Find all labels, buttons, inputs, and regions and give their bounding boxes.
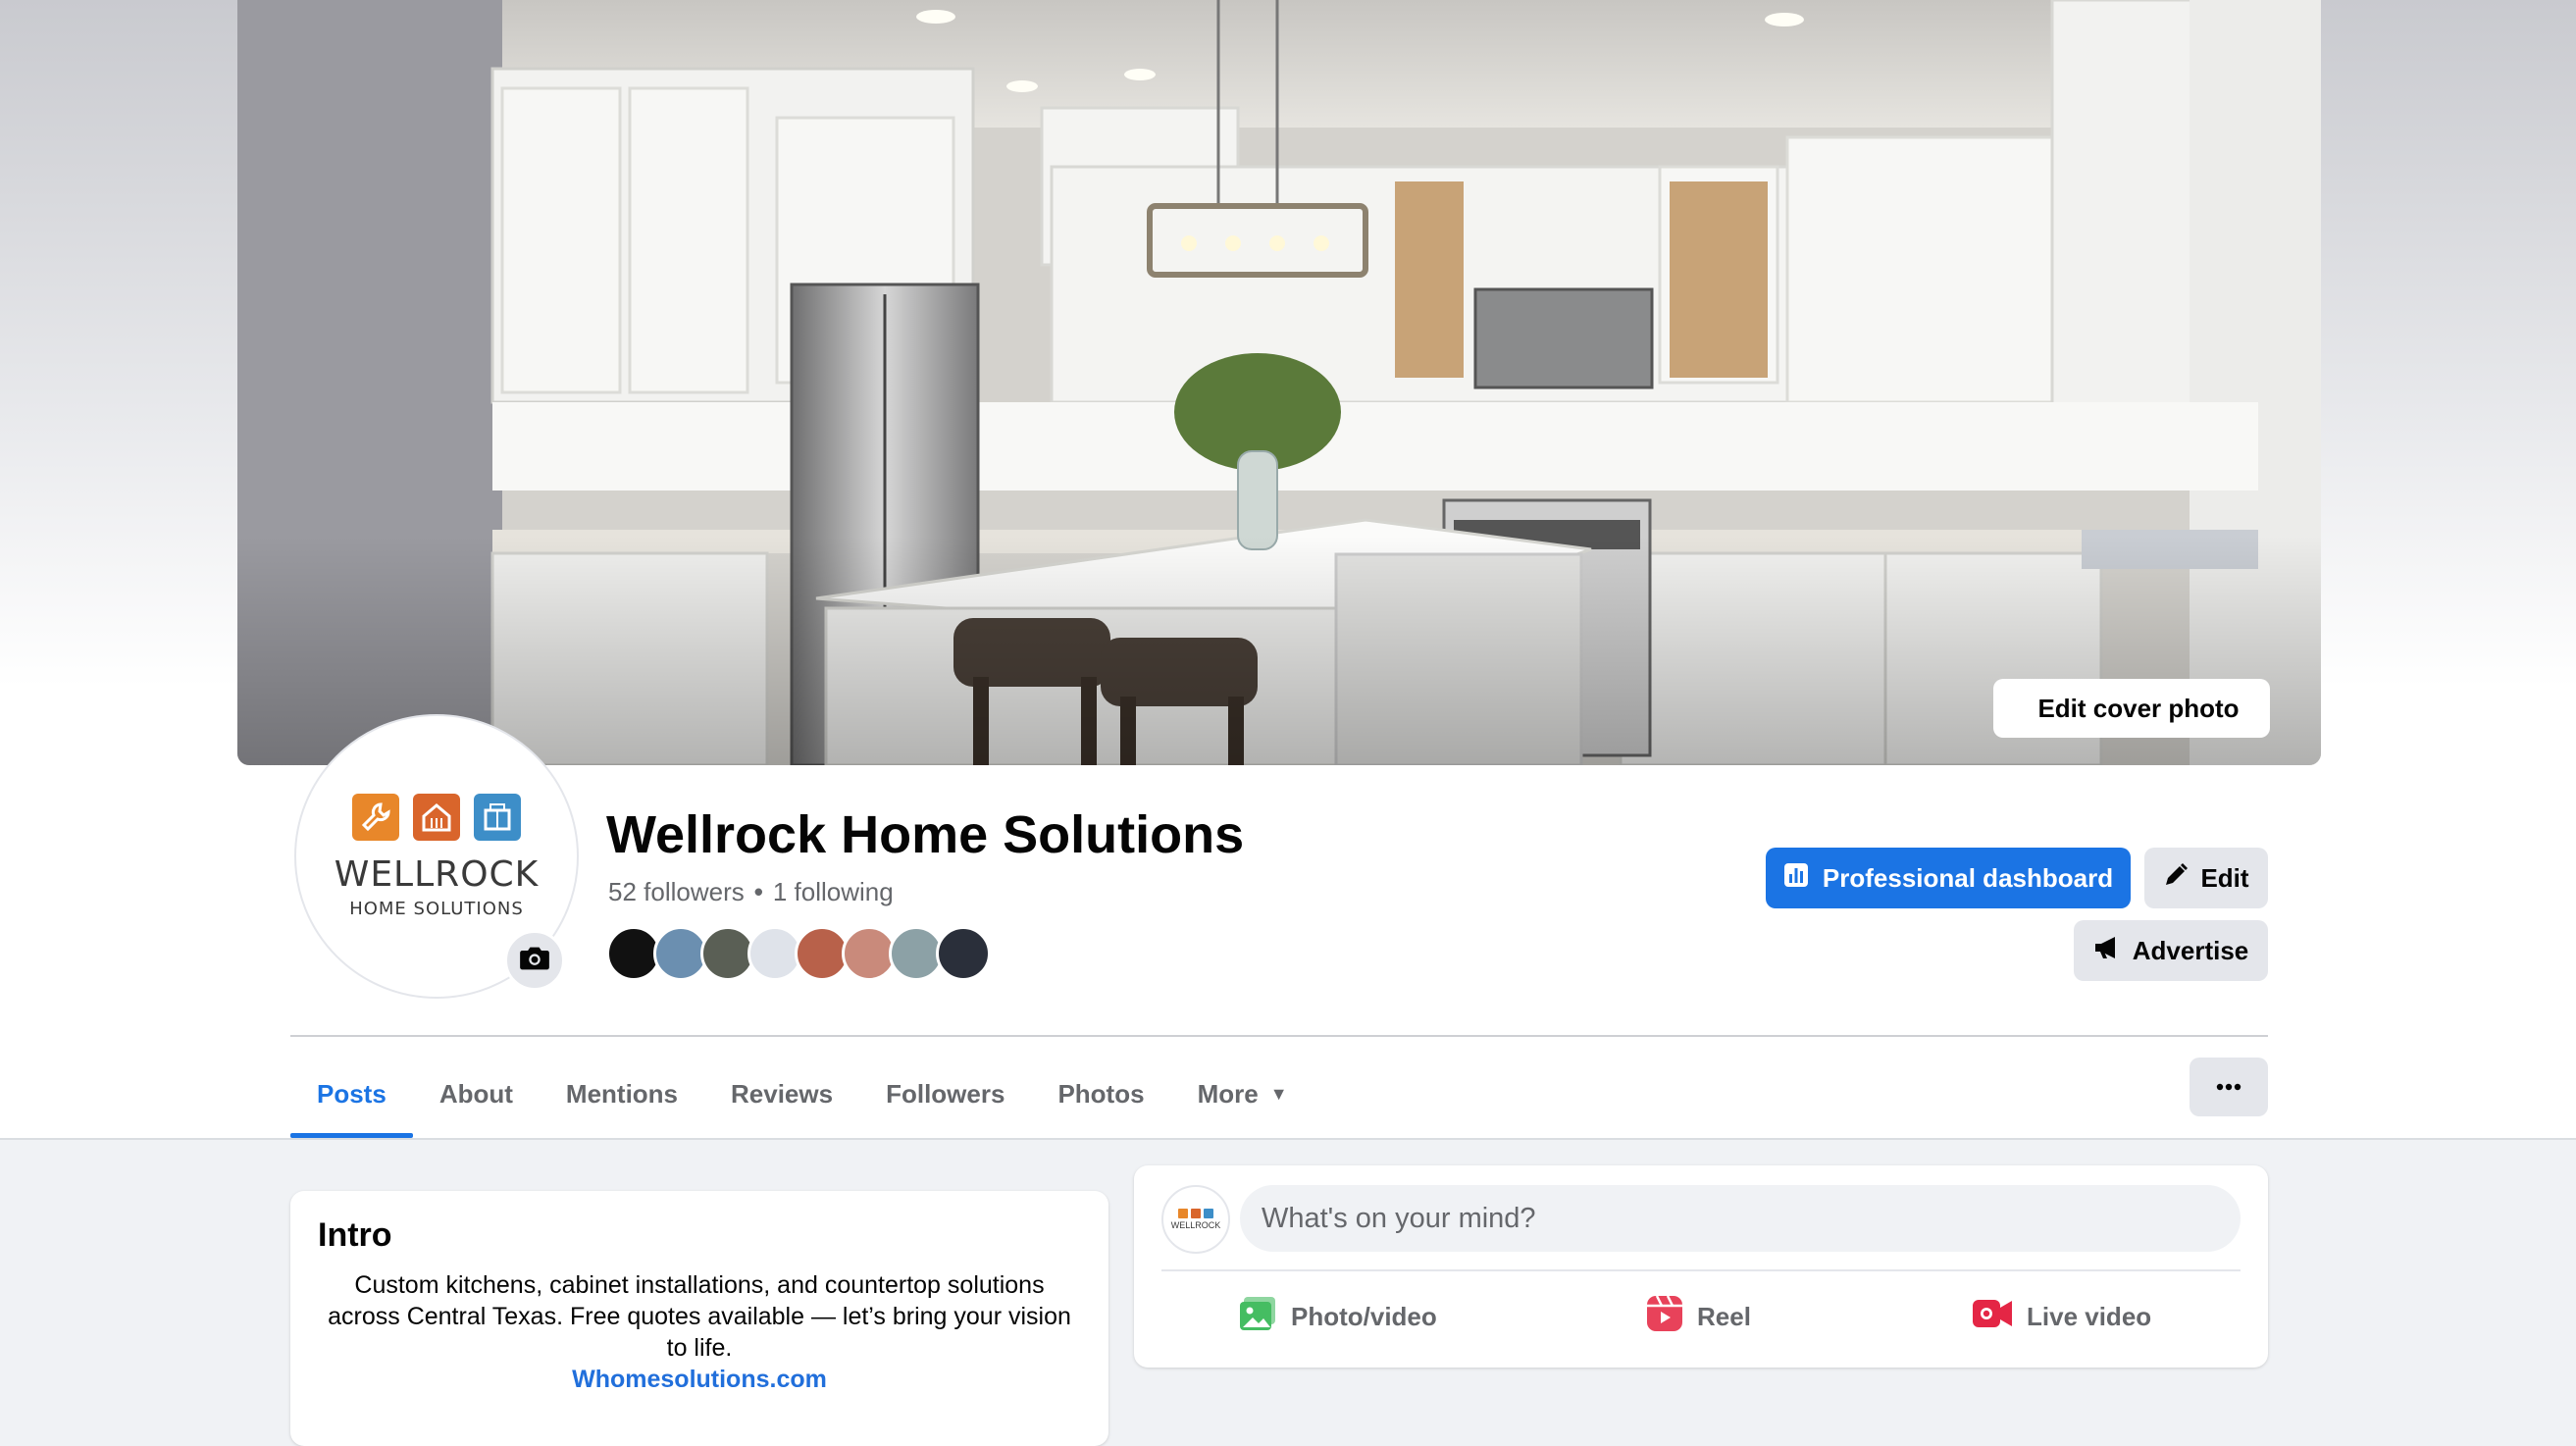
post-composer: WELLROCK Photo/video Reel Live video (1134, 1165, 2268, 1368)
reel-label: Reel (1697, 1301, 1751, 1331)
live-video-label: Live video (2027, 1301, 2152, 1331)
chart-icon (1783, 862, 1809, 895)
tab-photos[interactable]: Photos (1031, 1050, 1170, 1138)
page-title: Wellrock Home Solutions (606, 805, 1245, 864)
follower-avatar[interactable] (936, 926, 991, 981)
tab-reviews[interactable]: Reviews (704, 1050, 859, 1138)
photo-icon (1238, 1295, 1277, 1339)
photo-video-button[interactable]: Photo/video (1238, 1285, 1437, 1348)
tab-posts[interactable]: Posts (290, 1050, 413, 1138)
logo-mini-icons (1178, 1209, 1213, 1218)
tab-label: Posts (317, 1078, 386, 1109)
cover-photo: Edit cover photo (237, 0, 2321, 765)
chevron-down-icon: ▼ (1269, 1083, 1288, 1104)
ellipsis-icon (2216, 1078, 2241, 1096)
live-video-button[interactable]: Live video (1972, 1285, 2151, 1348)
tab-label: Photos (1057, 1078, 1145, 1109)
intro-card: Intro Custom kitchens, cabinet installat… (290, 1191, 1108, 1446)
tab-followers[interactable]: Followers (859, 1050, 1031, 1138)
tab-label: Reviews (731, 1078, 834, 1109)
tab-label: Followers (886, 1078, 1005, 1109)
whats-on-your-mind-input[interactable] (1240, 1185, 2241, 1252)
reel-button[interactable]: Reel (1646, 1285, 1751, 1348)
logo-icons (352, 794, 521, 841)
logo-subtitle: HOME SOLUTIONS (349, 899, 524, 919)
header-divider (290, 1035, 2268, 1037)
live-video-icon (1972, 1298, 2013, 1336)
tab-more[interactable]: More ▼ (1171, 1050, 1314, 1138)
profile-tabs: Posts About Mentions Reviews Followers P… (290, 1050, 1314, 1138)
more-options-button[interactable] (2190, 1058, 2268, 1116)
intro-bio: Custom kitchens, cabinet installations, … (328, 1271, 1071, 1362)
header-bottom-border (0, 1138, 2576, 1140)
website-link[interactable]: Whomesolutions.com (320, 1366, 1079, 1394)
wrench-icon (352, 794, 399, 841)
separator-dot: • (753, 877, 763, 906)
megaphone-icon (2093, 935, 2121, 967)
tab-label: Mentions (565, 1078, 679, 1109)
follower-avatars (606, 926, 991, 981)
camera-icon (519, 945, 550, 977)
house-icon (413, 794, 460, 841)
logo-mini-wordmark: WELLROCK (1170, 1220, 1221, 1230)
update-profile-picture-button[interactable] (504, 930, 565, 991)
tab-about[interactable]: About (413, 1050, 540, 1138)
follow-stats: 52 followers • 1 following (608, 877, 894, 907)
tab-mentions[interactable]: Mentions (540, 1050, 704, 1138)
tab-label: About (438, 1078, 513, 1109)
cabinet-icon (474, 794, 521, 841)
avatar[interactable]: WELLROCK (1161, 1185, 1230, 1254)
advertise-button[interactable]: Advertise (2074, 920, 2268, 981)
intro-title: Intro (318, 1216, 392, 1254)
composer-divider (1161, 1269, 2241, 1271)
tab-label: More (1197, 1078, 1259, 1109)
pencil-icon (2163, 862, 2189, 895)
following-count-link[interactable]: 1 following (773, 877, 894, 907)
reel-icon (1646, 1294, 1683, 1339)
photo-video-label: Photo/video (1291, 1301, 1437, 1331)
edit-page-button[interactable]: Edit (2144, 848, 2268, 908)
logo-wordmark: WELLROCK (334, 854, 540, 895)
edit-cover-photo-button[interactable]: Edit cover photo (1993, 679, 2270, 738)
edit-label: Edit (2200, 862, 2249, 893)
advertise-label: Advertise (2132, 935, 2249, 965)
professional-dashboard-button[interactable]: Professional dashboard (1766, 848, 2131, 908)
kitchen-cover-image (237, 0, 2321, 765)
professional-dashboard-label: Professional dashboard (1822, 862, 2114, 893)
followers-count-link[interactable]: 52 followers (608, 877, 745, 907)
